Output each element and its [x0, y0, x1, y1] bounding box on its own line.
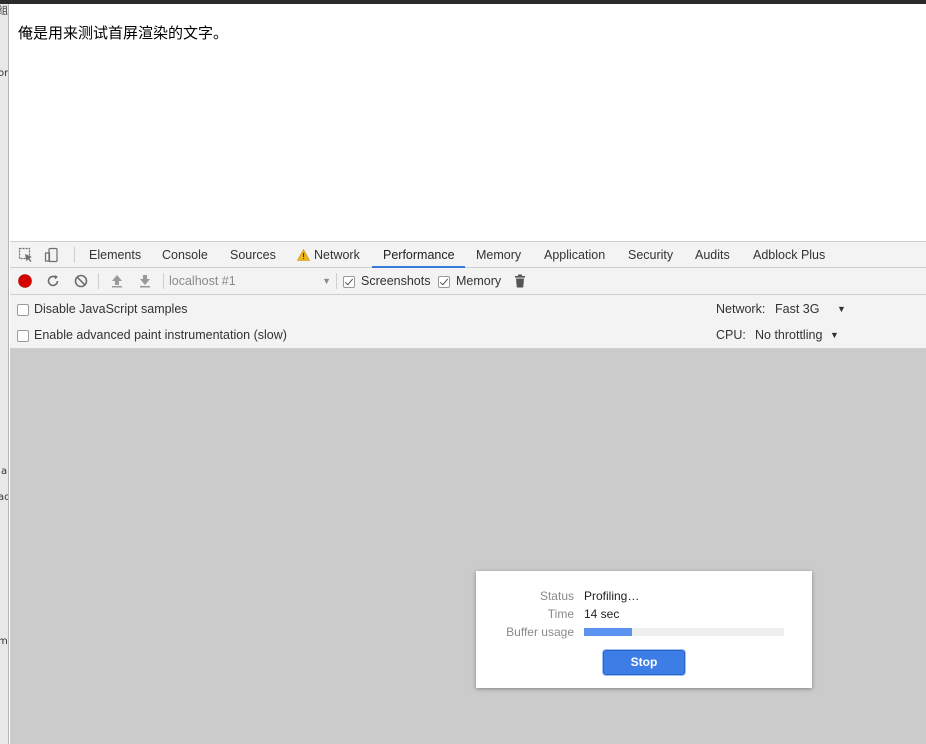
- page-text: 俺是用来测试首屏渲染的文字。: [18, 24, 229, 42]
- network-throttle-select[interactable]: Fast 3G: [775, 302, 819, 316]
- inspect-element-icon[interactable]: [18, 247, 34, 263]
- profiling-status-dialog: Status Profiling… Time 14 sec Buffer usa…: [476, 571, 812, 688]
- stop-button[interactable]: Stop: [603, 650, 685, 675]
- time-value: 14 sec: [584, 607, 620, 621]
- tab-sources[interactable]: Sources: [230, 242, 276, 268]
- capture-settings: Disable JavaScript samples Enable advanc…: [10, 295, 926, 349]
- tab-security[interactable]: Security: [628, 242, 673, 268]
- cpu-throttle-select[interactable]: No throttling: [755, 328, 822, 342]
- devtools-panel: Elements Console Sources Network Perform…: [10, 241, 926, 744]
- device-toolbar-icon[interactable]: [44, 247, 60, 263]
- warning-icon: [297, 249, 310, 261]
- sliver-fragment: Ja: [0, 466, 8, 477]
- tab-audits[interactable]: Audits: [695, 242, 730, 268]
- background-window-sliver: 组 or Ja ac m: [0, 4, 9, 744]
- status-value: Profiling…: [584, 589, 640, 603]
- trash-icon[interactable]: [512, 273, 528, 289]
- advanced-paint-label: Enable advanced paint instrumentation (s…: [34, 328, 287, 342]
- devtools-tabbar: Elements Console Sources Network Perform…: [10, 241, 926, 268]
- buffer-usage-label: Buffer usage: [506, 625, 574, 639]
- upload-icon[interactable]: [109, 273, 125, 289]
- advanced-paint-checkbox[interactable]: [17, 330, 29, 342]
- disable-js-samples-checkbox[interactable]: [17, 304, 29, 316]
- memory-label: Memory: [456, 274, 502, 288]
- performance-toolbar: localhost #1 ▼ Screenshots Memory: [10, 268, 926, 295]
- screenshots-label: Screenshots: [361, 274, 431, 288]
- reload-icon[interactable]: [45, 273, 61, 289]
- buffer-usage-bar: [584, 628, 784, 636]
- cpu-throttle-label: CPU:: [716, 328, 746, 342]
- memory-checkbox[interactable]: [438, 276, 450, 288]
- sliver-fragment: ac: [0, 492, 8, 503]
- tab-memory[interactable]: Memory: [476, 242, 521, 268]
- tabbar-separator: [74, 247, 75, 263]
- download-icon[interactable]: [137, 273, 153, 289]
- tab-network[interactable]: Network: [314, 242, 360, 268]
- tab-elements[interactable]: Elements: [89, 242, 141, 268]
- network-throttle-label: Network:: [716, 302, 766, 316]
- disable-js-samples-label: Disable JavaScript samples: [34, 302, 188, 316]
- target-select-value: localhost #1: [169, 274, 236, 288]
- status-label: Status: [539, 589, 574, 603]
- tab-adblock-plus[interactable]: Adblock Plus: [753, 242, 825, 268]
- time-label: Time: [547, 607, 574, 621]
- chevron-down-icon: ▼: [837, 304, 846, 314]
- screenshots-checkbox[interactable]: [343, 276, 355, 288]
- tab-console[interactable]: Console: [162, 242, 208, 268]
- chevron-down-icon: ▼: [322, 276, 331, 286]
- sliver-fragment: or: [0, 68, 9, 79]
- toolbar-separator: [98, 273, 99, 289]
- tab-performance[interactable]: Performance: [383, 242, 455, 268]
- target-select[interactable]: localhost #1 ▼: [169, 273, 331, 290]
- buffer-usage-fill: [584, 628, 632, 636]
- clear-icon[interactable]: [73, 273, 89, 289]
- tab-application[interactable]: Application: [544, 242, 605, 268]
- toolbar-separator: [336, 273, 337, 289]
- toolbar-separator: [163, 273, 164, 289]
- sliver-fragment: m: [0, 636, 8, 647]
- chevron-down-icon: ▼: [830, 330, 839, 340]
- sliver-fragment: 组: [0, 4, 8, 17]
- record-icon[interactable]: [17, 273, 33, 289]
- page-viewport: 俺是用来测试首屏渲染的文字。: [10, 4, 926, 241]
